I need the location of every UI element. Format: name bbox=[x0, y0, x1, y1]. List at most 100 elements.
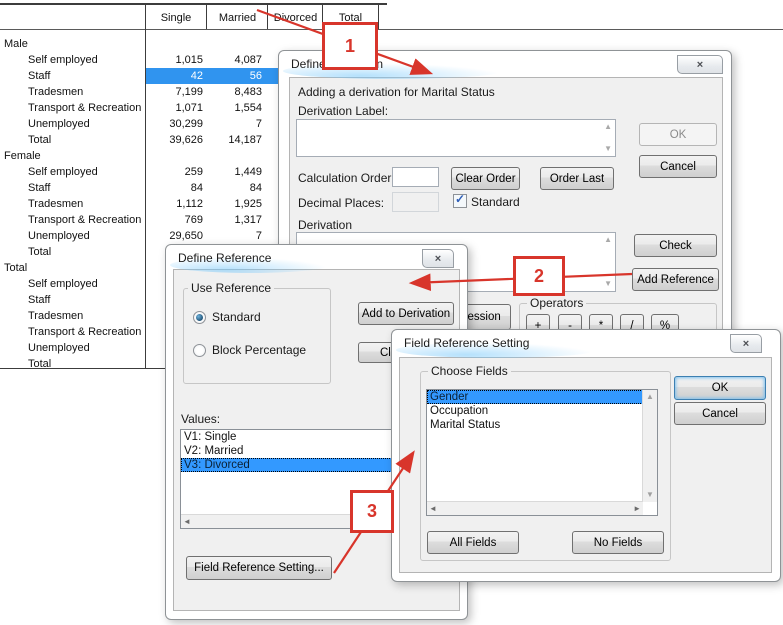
table-top-border bbox=[0, 3, 387, 5]
use-reference-group bbox=[183, 288, 331, 384]
calculation-order-input[interactable] bbox=[392, 167, 439, 187]
close-icon[interactable]: × bbox=[422, 249, 454, 268]
field-list-item[interactable]: Occupation bbox=[427, 404, 643, 418]
scroll-down-icon[interactable]: ▼ bbox=[646, 491, 654, 499]
scroll-left-icon[interactable]: ◄ bbox=[183, 517, 191, 526]
cell-value: 84 bbox=[138, 180, 203, 196]
standard-checkbox[interactable] bbox=[453, 194, 467, 208]
table-header-underline bbox=[0, 29, 783, 30]
cell-value: 259 bbox=[138, 164, 203, 180]
row-label: Transport & Recreation bbox=[28, 324, 141, 340]
cancel-button[interactable]: Cancel bbox=[674, 402, 766, 425]
add-to-derivation-button[interactable]: Add to Derivation bbox=[358, 302, 454, 325]
cell-value: 42 bbox=[138, 68, 203, 84]
intro-text: Adding a derivation for Marital Status bbox=[298, 85, 495, 99]
cell-value: 7 bbox=[205, 228, 262, 244]
derivation-section-caption: Derivation bbox=[298, 218, 352, 232]
row-label: Self employed bbox=[28, 164, 98, 180]
cell-value: 769 bbox=[138, 212, 203, 228]
scroll-down-icon[interactable]: ▼ bbox=[604, 280, 612, 288]
row-label: Staff bbox=[28, 180, 50, 196]
add-reference-button[interactable]: Add Reference bbox=[632, 268, 719, 291]
no-fields-button[interactable]: No Fields bbox=[572, 531, 664, 554]
row-label: Male bbox=[4, 36, 28, 52]
row-label: Self employed bbox=[28, 52, 98, 68]
use-reference-group-label: Use Reference bbox=[188, 281, 274, 295]
field-list-item[interactable]: Marital Status bbox=[427, 418, 643, 432]
row-label: Staff bbox=[28, 292, 50, 308]
scroll-up-icon[interactable]: ▲ bbox=[604, 236, 612, 244]
row-label: Self employed bbox=[28, 276, 98, 292]
block-percentage-radio-label: Block Percentage bbox=[212, 343, 306, 357]
cell-value: 14,187 bbox=[205, 132, 262, 148]
dialog-panel: Choose Fields GenderOccupationMarital St… bbox=[399, 357, 772, 573]
scroll-up-icon[interactable]: ▲ bbox=[604, 123, 612, 131]
operators-group-label: Operators bbox=[527, 296, 586, 310]
field-reference-setting-dialog: Field Reference Setting × Choose Fields … bbox=[391, 329, 781, 582]
row-label: Unemployed bbox=[28, 228, 90, 244]
fields-listbox[interactable]: GenderOccupationMarital Status ▲ ▼ ◄ ► bbox=[426, 389, 658, 516]
row-label: Staff bbox=[28, 68, 50, 84]
cell-value: 1,554 bbox=[205, 100, 262, 116]
cell-value: 1,449 bbox=[205, 164, 262, 180]
derivation-label-caption: Derivation Label: bbox=[298, 104, 388, 118]
column-header-divorced: Divorced bbox=[268, 11, 323, 25]
cell-value: 8,483 bbox=[205, 84, 262, 100]
cell-value: 29,650 bbox=[138, 228, 203, 244]
field-reference-setting-button[interactable]: Field Reference Setting... bbox=[186, 556, 332, 580]
header-tick bbox=[378, 4, 379, 29]
scroll-up-icon[interactable]: ▲ bbox=[646, 393, 654, 401]
row-label: Transport & Recreation bbox=[28, 100, 141, 116]
scroll-left-icon[interactable]: ◄ bbox=[429, 504, 437, 513]
cell-value: 1,925 bbox=[205, 196, 262, 212]
vertical-scrollbar[interactable]: ▲ ▼ bbox=[642, 390, 657, 502]
cell-value: 30,299 bbox=[138, 116, 203, 132]
calculation-order-caption: Calculation Order: bbox=[298, 171, 395, 185]
derivation-label-input[interactable]: ▲ ▼ bbox=[296, 119, 616, 157]
row-label: Female bbox=[4, 148, 41, 164]
row-label: Tradesmen bbox=[28, 84, 83, 100]
cancel-button[interactable]: Cancel bbox=[639, 155, 717, 178]
cell-value: 4,087 bbox=[205, 52, 262, 68]
horizontal-scrollbar[interactable]: ◄ ► bbox=[427, 501, 643, 515]
close-icon[interactable]: × bbox=[677, 55, 723, 74]
values-caption: Values: bbox=[181, 412, 220, 426]
cell-value: 7 bbox=[205, 116, 262, 132]
check-button[interactable]: Check bbox=[634, 234, 717, 257]
scroll-right-icon[interactable]: ► bbox=[633, 504, 641, 513]
row-label: Total bbox=[28, 356, 51, 372]
callout-1-badge: 1 bbox=[322, 22, 378, 70]
clear-order-button[interactable]: Clear Order bbox=[451, 167, 520, 190]
decimal-places-input[interactable] bbox=[392, 192, 439, 212]
row-label: Transport & Recreation bbox=[28, 212, 141, 228]
row-label: Tradesmen bbox=[28, 196, 83, 212]
dialog-title: Define Reference bbox=[178, 251, 271, 265]
ok-button[interactable]: OK bbox=[639, 123, 717, 146]
cell-value: 56 bbox=[205, 68, 262, 84]
row-label: Tradesmen bbox=[28, 308, 83, 324]
row-label: Unemployed bbox=[28, 116, 90, 132]
choose-fields-group-label: Choose Fields bbox=[428, 364, 511, 378]
standard-checkbox-label: Standard bbox=[471, 195, 520, 209]
ok-button[interactable]: OK bbox=[674, 376, 766, 400]
cell-value: 84 bbox=[205, 180, 262, 196]
cell-value: 1,317 bbox=[205, 212, 262, 228]
column-header-single: Single bbox=[145, 11, 207, 25]
row-label: Total bbox=[28, 244, 51, 260]
callout-2-badge: 2 bbox=[513, 256, 565, 296]
block-percentage-radio[interactable] bbox=[193, 344, 206, 357]
row-label: Total bbox=[28, 132, 51, 148]
decimal-places-caption: Decimal Places: bbox=[298, 196, 384, 210]
cell-value: 1,112 bbox=[138, 196, 203, 212]
standard-radio[interactable] bbox=[193, 311, 206, 324]
cell-value: 39,626 bbox=[138, 132, 203, 148]
standard-radio-label: Standard bbox=[212, 310, 261, 324]
callout-3-badge: 3 bbox=[350, 490, 394, 533]
close-icon[interactable]: × bbox=[730, 334, 762, 353]
field-list-item[interactable]: Gender bbox=[427, 390, 643, 404]
dialog-title: Field Reference Setting bbox=[404, 336, 529, 350]
cell-value: 7,199 bbox=[138, 84, 203, 100]
all-fields-button[interactable]: All Fields bbox=[427, 531, 519, 554]
order-last-button[interactable]: Order Last bbox=[540, 167, 614, 190]
scroll-down-icon[interactable]: ▼ bbox=[604, 145, 612, 153]
